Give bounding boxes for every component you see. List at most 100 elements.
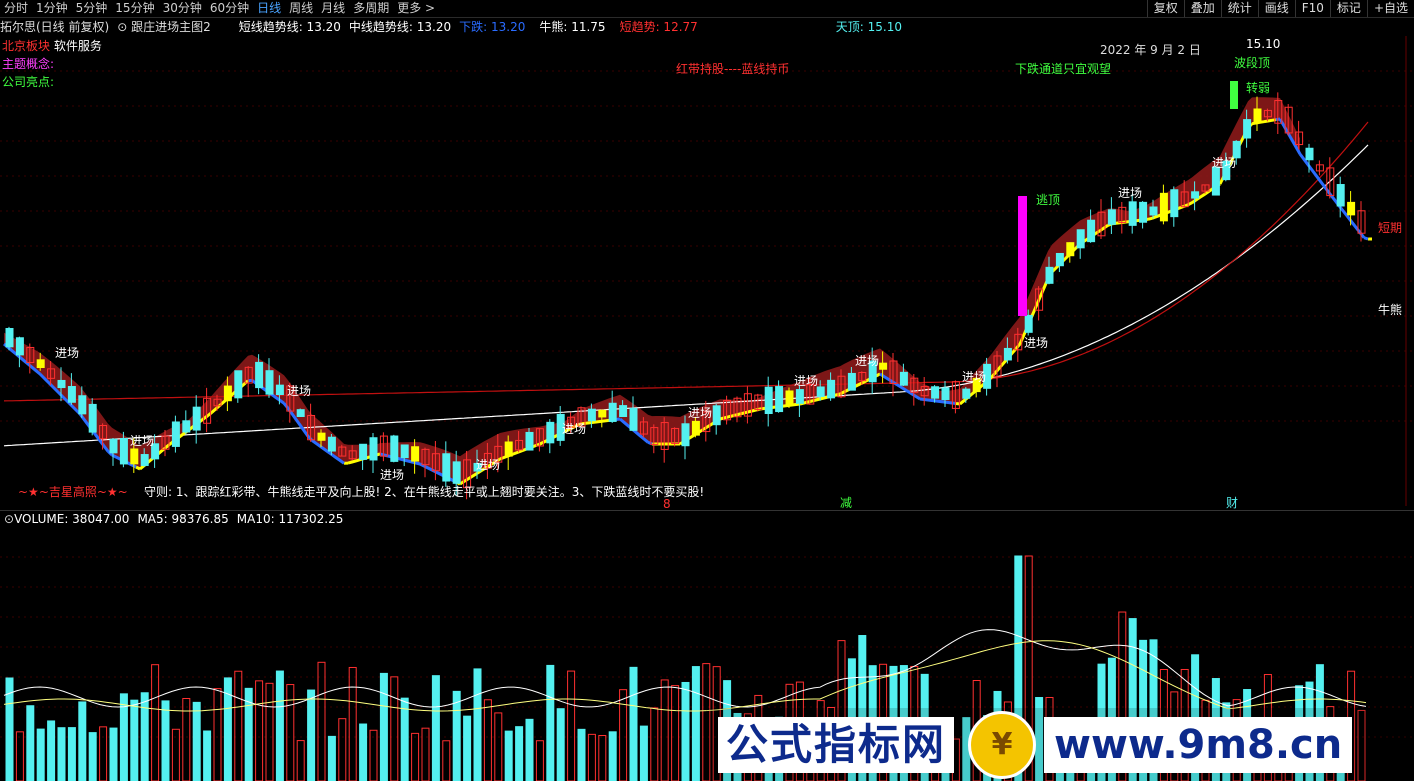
- candle-body: [525, 431, 534, 451]
- candle-body: [546, 421, 555, 444]
- candle-body: [452, 461, 461, 484]
- volume-bar: [130, 699, 139, 781]
- event-marker-2[interactable]: 减: [840, 496, 852, 510]
- candle-body: [785, 390, 794, 406]
- volume-bar: [88, 732, 97, 781]
- enter-signal-7: 进场: [794, 374, 819, 388]
- candle-body: [1305, 147, 1314, 161]
- volume-bar: [338, 718, 347, 781]
- period-tab-7[interactable]: 周线: [285, 0, 317, 17]
- candle-body: [234, 370, 243, 399]
- enter-signal-0: 进场: [55, 346, 80, 360]
- toolbar-button-3[interactable]: 画线: [1257, 0, 1295, 17]
- collapse-icon[interactable]: ⊙: [117, 20, 131, 34]
- candle-body: [296, 409, 305, 417]
- candle-body: [327, 436, 336, 452]
- candle-body: [67, 386, 76, 403]
- date-label: 2022 年 9 月 2 日: [1100, 43, 1201, 57]
- period-tab-3[interactable]: 15分钟: [111, 0, 158, 17]
- volume-bar: [587, 733, 596, 781]
- volume-bar: [452, 690, 461, 781]
- volume-bar: [234, 670, 243, 781]
- volume-collapse-icon[interactable]: ⊙: [4, 512, 14, 526]
- event-marker-1[interactable]: 8: [663, 497, 671, 511]
- period-tab-9[interactable]: 多周期: [349, 0, 393, 17]
- candle-body: [962, 388, 971, 399]
- volume-bar: [26, 705, 35, 781]
- mid-trend-value: 中线趋势线: 13.20: [348, 20, 452, 34]
- short-trend-value: 短线趋势线: 13.20: [238, 20, 341, 34]
- volume-bar: [67, 727, 76, 781]
- period-tab-0[interactable]: 分时: [0, 0, 32, 17]
- candle-body: [192, 406, 201, 431]
- period-tab-2[interactable]: 5分钟: [72, 0, 112, 17]
- volume-bar: [265, 682, 274, 781]
- volume-ma5: MA5: 98376.85: [137, 512, 229, 526]
- candle-body: [775, 386, 784, 413]
- period-tab-1[interactable]: 1分钟: [32, 0, 72, 17]
- candle-body: [795, 389, 804, 404]
- period-tab-8[interactable]: 月线: [317, 0, 349, 17]
- candle-body: [816, 386, 825, 397]
- volume-bar: [442, 740, 451, 781]
- candle-body: [182, 420, 191, 433]
- volume-bar: [15, 731, 24, 781]
- volume-bar: [275, 670, 284, 781]
- candle-body: [879, 362, 888, 370]
- volume-bar: [494, 712, 503, 781]
- volume-bar: [151, 664, 160, 781]
- volume-bar: [379, 672, 388, 781]
- magenta-signal-bar: [1018, 196, 1027, 316]
- candle-body: [1024, 314, 1033, 333]
- toolbar-button-4[interactable]: F10: [1294, 0, 1330, 17]
- volume-bar: [681, 681, 690, 781]
- period-tab-4[interactable]: 30分钟: [159, 0, 206, 17]
- toolbar-button-0[interactable]: 复权: [1146, 0, 1184, 17]
- candle-body: [265, 370, 274, 395]
- candle-body: [171, 421, 180, 447]
- volume-bar: [307, 689, 316, 781]
- candle-body: [504, 441, 513, 457]
- rules-text: 守则: 1、跟踪红彩带、牛熊线走平及向上股! 2、在牛熊线走平或上翘时要关注。3…: [144, 485, 705, 499]
- enter-signal-6: 进场: [688, 406, 713, 420]
- stock-title[interactable]: 拓尔思(日线 前复权): [0, 18, 109, 36]
- candle-body: [1128, 201, 1137, 226]
- period-tab-5[interactable]: 60分钟: [206, 0, 253, 17]
- toolbar-button-6[interactable]: +自选: [1366, 0, 1414, 17]
- candle-body: [1170, 189, 1179, 218]
- candle-body: [223, 385, 232, 402]
- candle-body: [130, 448, 139, 465]
- event-marker-3[interactable]: 财: [1226, 496, 1238, 510]
- lucky-star-label: ~★~吉星高照~★~: [18, 485, 128, 499]
- volume-bar: [400, 697, 409, 781]
- formula-name-text: 跟庄进场主图2: [131, 20, 211, 34]
- candle-body: [712, 405, 721, 426]
- toolbar-button-5[interactable]: 标记: [1329, 0, 1367, 17]
- candle-body: [88, 403, 97, 433]
- short-signal-value: 短趋势: 12.77: [619, 20, 698, 34]
- hold-text: 红带持股----蓝线持币: [676, 62, 790, 76]
- kline-chart[interactable]: [0, 36, 1414, 508]
- volume-bar: [36, 728, 45, 781]
- volume-bar: [473, 668, 482, 781]
- period-tab-10[interactable]: 更多 >: [393, 0, 439, 17]
- volume-bar: [546, 664, 555, 781]
- toolbar-button-1[interactable]: 叠加: [1183, 0, 1221, 17]
- right-toolbar: 复权 叠加 统计 画线 F10 标记 +自选: [1146, 0, 1414, 17]
- candle-body: [1107, 209, 1116, 225]
- candle-body: [400, 444, 409, 459]
- volume-bar: [671, 685, 680, 781]
- enter-signal-11: 进场: [1118, 186, 1143, 200]
- escape-top-label: 逃顶: [1036, 193, 1061, 207]
- watermark-url: www.9m8.cn: [1044, 716, 1353, 773]
- candle-body: [1211, 166, 1220, 196]
- candle-body: [619, 405, 628, 418]
- toolbar-button-2[interactable]: 统计: [1220, 0, 1258, 17]
- period-tab-6[interactable]: 日线: [253, 0, 285, 17]
- volume-bar: [192, 701, 201, 781]
- formula-name[interactable]: ⊙ 跟庄进场主图2: [117, 18, 211, 36]
- candle-body: [140, 454, 149, 466]
- candle-body: [255, 361, 264, 389]
- candle-body: [1076, 229, 1085, 249]
- enter-signal-4: 进场: [476, 458, 501, 472]
